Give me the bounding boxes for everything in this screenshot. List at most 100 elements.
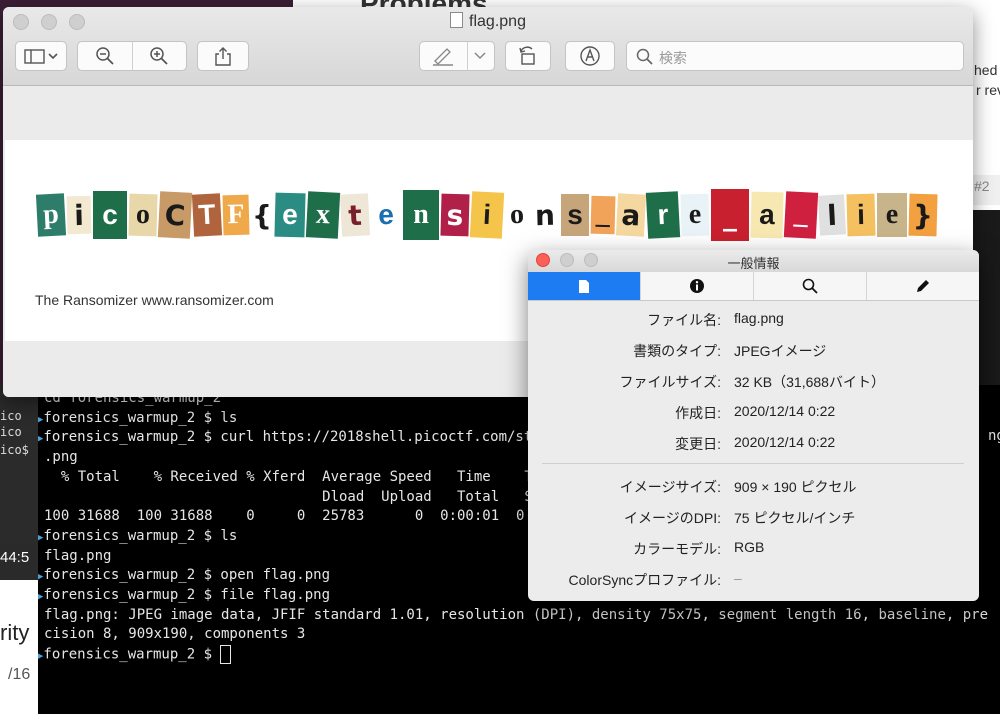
info-icon bbox=[690, 279, 704, 293]
ransom-letter: a bbox=[750, 191, 784, 239]
ransom-letter: e bbox=[680, 193, 710, 237]
document-icon bbox=[579, 279, 589, 293]
terminal-line: .png bbox=[44, 448, 78, 468]
info-row: 作成日: 2020/12/14 0:22 bbox=[528, 403, 979, 423]
info-row: カラーモデル: RGB bbox=[528, 539, 979, 559]
info-row: ファイルサイズ: 32 KB（31,688バイト） bbox=[528, 372, 979, 392]
terminal-line-text: flag.png bbox=[44, 547, 112, 564]
ransom-letter: C bbox=[157, 191, 193, 239]
terminal-line: 100 31688 100 31688 0 0 25783 0 0:00:01 … bbox=[44, 507, 524, 527]
tab-general[interactable] bbox=[528, 272, 641, 300]
info-row-label: ファイル名: bbox=[647, 312, 721, 328]
ransom-letter: { bbox=[251, 197, 273, 233]
markup-controls bbox=[419, 41, 495, 71]
ransom-letter: i bbox=[846, 193, 876, 237]
info-row-value: 32 KB（31,688バイト） bbox=[734, 374, 885, 390]
tab-annotations[interactable] bbox=[867, 272, 979, 300]
ransom-letter: e bbox=[274, 192, 306, 238]
ransom-text: p i c o C T F{e x t e n s i o n s _ a r e _ a _ l i e} bbox=[35, 180, 939, 250]
window-title-text: flag.png bbox=[469, 13, 526, 30]
info-row-value: 75 ピクセル/インチ bbox=[734, 510, 856, 526]
ransom-letter: a bbox=[615, 193, 647, 237]
markup-toolbar-button[interactable] bbox=[565, 41, 615, 71]
info-row: イメージのDPI: 75 ピクセル/インチ bbox=[528, 508, 979, 528]
left-terminal-fragment: ico bbox=[0, 409, 22, 423]
info-title: 一般情報 bbox=[727, 256, 780, 271]
info-row-label: ファイルサイズ: bbox=[619, 374, 721, 390]
terminal-line-text: forensics_warmup_2 $ ls bbox=[43, 527, 238, 544]
divider bbox=[467, 42, 468, 70]
ransom-letter: e bbox=[370, 192, 402, 238]
share-button[interactable] bbox=[197, 41, 249, 71]
background-right-text-3: #2 bbox=[974, 178, 990, 194]
info-tabs bbox=[528, 272, 979, 301]
sidebar-icon bbox=[24, 49, 58, 64]
info-row-label: カラーモデル: bbox=[633, 541, 721, 557]
background-left-time: 44:5 bbox=[0, 549, 30, 566]
rotate-icon bbox=[519, 46, 535, 65]
annotate-icon bbox=[580, 46, 600, 66]
left-terminal-fragment: ico$ bbox=[0, 443, 29, 457]
terminal-line: cision 8, 909x190, components 3 bbox=[44, 625, 305, 645]
terminal-line: flag.png bbox=[44, 547, 111, 567]
terminal-line-text: .png bbox=[44, 449, 78, 466]
ransom-letter: T bbox=[191, 193, 223, 237]
ransom-letter: _ bbox=[711, 189, 749, 241]
info-row-value: RGB bbox=[734, 539, 765, 555]
info-row: イメージサイズ: 909 × 190 ピクセル bbox=[528, 477, 979, 497]
image-caption: The Ransomizer www.ransomizer.com bbox=[35, 292, 274, 308]
zoom-out-icon bbox=[96, 47, 114, 65]
info-row-label: 作成日: bbox=[675, 405, 721, 421]
chevron-down-icon bbox=[474, 52, 486, 60]
search-placeholder: 検索 bbox=[659, 50, 687, 66]
tab-more-info[interactable] bbox=[641, 272, 754, 300]
terminal-wrapped-fragment: ng bbox=[988, 428, 1000, 444]
background-right-text-2: r rev bbox=[976, 82, 1000, 98]
info-row-value: 909 × 190 ピクセル bbox=[734, 479, 857, 495]
zoom-out-button[interactable] bbox=[78, 46, 132, 66]
ransom-letter: n bbox=[403, 190, 439, 240]
ransom-letter: _ bbox=[783, 191, 819, 239]
ransom-letter: c bbox=[93, 191, 127, 239]
terminal-line: ▶forensics_warmup_2 $ bbox=[38, 645, 232, 667]
terminal-line-text: forensics_warmup_2 $ open flag.png bbox=[43, 567, 330, 584]
terminal-line-text: forensics_warmup_2 $ bbox=[43, 646, 221, 663]
background-right-text-1: hed p bbox=[974, 62, 1000, 78]
terminal-cursor bbox=[220, 645, 232, 665]
sidebar-toggle-button[interactable] bbox=[15, 41, 67, 71]
ransom-letter: o bbox=[504, 195, 530, 235]
info-row-value: flag.png bbox=[734, 310, 784, 326]
rotate-button[interactable] bbox=[505, 41, 551, 71]
search-input[interactable]: 検索 bbox=[626, 41, 964, 71]
info-row-label: 書類のタイプ: bbox=[633, 343, 721, 359]
terminal-line: Dload Upload Total S bbox=[44, 488, 533, 508]
info-row: ColorSyncプロファイル: – bbox=[528, 570, 979, 590]
window-title: flag.png bbox=[3, 12, 973, 31]
terminal-line-text: Dload Upload Total S bbox=[44, 488, 533, 505]
tab-keywords[interactable] bbox=[754, 272, 867, 300]
ransom-letter: l bbox=[817, 194, 847, 236]
divider bbox=[132, 42, 133, 70]
ransom-letter: } bbox=[908, 193, 938, 237]
background-left-text-2: /16 bbox=[8, 666, 31, 683]
info-row: 書類のタイプ: JPEGイメージ bbox=[528, 341, 979, 361]
terminal-line: ▶forensics_warmup_2 $ ls bbox=[38, 527, 237, 549]
ransom-letter: r bbox=[645, 191, 681, 239]
markup-menu-button[interactable] bbox=[466, 52, 494, 60]
info-row: ファイル名: flag.png bbox=[528, 310, 979, 330]
zoom-in-button[interactable] bbox=[132, 46, 186, 66]
info-row-value: 2020/12/14 0:22 bbox=[734, 403, 836, 419]
ransom-letter: o bbox=[128, 193, 158, 237]
terminal-line-text: forensics_warmup_2 $ file flag.png bbox=[43, 587, 330, 603]
background-left-text-1: rity bbox=[0, 620, 30, 645]
info-titlebar: 一般情報 bbox=[528, 250, 979, 273]
search-icon bbox=[802, 278, 818, 294]
terminal-line: ▶forensics_warmup_2 $ file flag.png bbox=[38, 586, 330, 608]
share-icon bbox=[215, 47, 231, 66]
ransom-letter: F bbox=[222, 194, 250, 236]
info-panel[interactable]: 一般情報 ファイル名: flag.png 書類のタイプ: JPEGイメージ ファイルサイ… bbox=[528, 250, 979, 601]
preview-toolbar: flag.png 検索 bbox=[3, 7, 973, 86]
document-icon bbox=[450, 12, 464, 28]
markup-button[interactable] bbox=[420, 46, 466, 66]
terminal-line-text: flag.png: JPEG image data, JFIF standard… bbox=[44, 606, 989, 623]
